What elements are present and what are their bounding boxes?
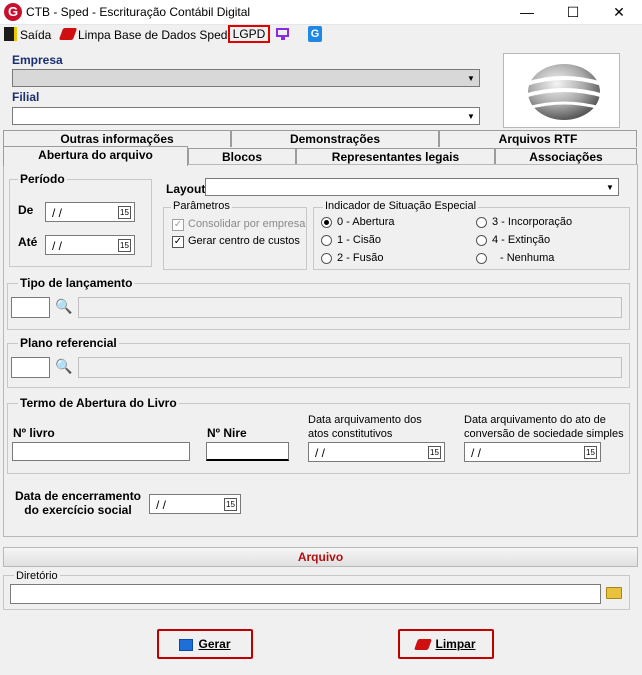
app-shortcut-icon[interactable]: G [308,26,322,42]
termo-abertura-title: Termo de Abertura do Livro [18,396,179,410]
tipo-lancamento-title: Tipo de lançamento [18,276,135,290]
radio-fusao-label: 2 - Fusão [337,252,384,264]
consolidar-checkbox[interactable]: ✓ [172,219,184,231]
calendar-icon[interactable]: 15 [118,206,131,219]
radio-extincao-label: 4 - Extinção [492,234,551,246]
tipo-lancamento-code-input[interactable] [11,297,50,318]
limpar-button[interactable]: Limpar [398,629,494,659]
ate-date-value: / / [52,239,63,253]
close-button[interactable]: ✕ [596,0,642,24]
calendar-icon[interactable]: 15 [224,498,237,511]
radio-cisao-label: 1 - Cisão [337,234,382,246]
tab-demonstracoes[interactable]: Demonstrações [231,130,439,147]
filial-label: Filial [12,90,40,104]
plano-referencial-description [78,357,622,378]
empresa-label: Empresa [12,53,63,67]
diretorio-input[interactable] [10,584,601,604]
periodo-title: Período [18,172,67,186]
data-arq-atos-input[interactable]: / / 15 [308,442,445,462]
gerar-centro-custos-checkbox[interactable]: ✓ [172,236,184,248]
data-arq-conv-label-1: Data arquivamento do ato de [464,414,606,426]
chevron-down-icon[interactable]: ▼ [464,109,478,123]
radio-nenhuma[interactable] [476,253,487,264]
radio-nenhuma-label: - Nenhuma [500,252,555,264]
data-arq-conv-value: / / [471,446,482,460]
tab-abertura-do-arquivo[interactable]: Abertura do arquivo [3,146,188,166]
de-date-value: / / [52,206,63,220]
de-date-input[interactable]: / / 15 [45,202,135,222]
ate-date-input[interactable]: / / 15 [45,235,135,255]
encerramento-label-2: do exercício social [24,503,132,517]
exit-button[interactable]: Saída [20,27,51,43]
filial-select[interactable]: ▼ [12,107,480,125]
arquivo-section-header: Arquivo [3,547,638,567]
gerar-centro-custos-label: Gerar centro de custos [188,235,300,247]
diretorio-label: Diretório [14,570,60,582]
empresa-select[interactable]: ▼ [12,69,480,87]
calendar-icon[interactable]: 15 [118,239,131,252]
clear-database-button[interactable]: Limpa Base de Dados Sped [78,27,227,43]
data-arq-conv-label-2: conversão de sociedade simples [464,428,624,440]
app-logo-icon: G [4,3,22,21]
gerar-button-label: Gerar [198,637,231,651]
ate-label: Até [18,235,38,249]
monitor-icon[interactable] [276,28,289,37]
de-label: De [18,203,34,217]
consolidar-label: Consolidar por empresa [188,218,306,230]
layout-label: Layout [166,182,206,196]
radio-cisao[interactable] [321,235,332,246]
lgpd-button[interactable]: LGPD [228,25,270,43]
parametros-title: Parâmetros [171,200,232,212]
search-icon[interactable]: 🔍 [55,358,72,375]
monitor-stand-icon [281,37,285,40]
exit-door-icon[interactable] [4,27,17,41]
radio-incorporacao-label: 3 - Incorporação [492,216,573,228]
n-livro-label: Nº livro [13,426,55,440]
radio-abertura[interactable] [321,217,332,228]
search-icon[interactable]: 🔍 [55,298,72,315]
window-title: CTB - Sped - Escrituração Contábil Digit… [26,5,251,19]
chevron-down-icon[interactable]: ▼ [603,180,617,194]
n-nire-input[interactable] [206,442,289,461]
chevron-down-icon[interactable]: ▼ [464,71,478,85]
data-arq-atos-value: / / [315,446,326,460]
encerramento-label-1: Data de encerramento [14,489,142,503]
tab-arquivos-rtf[interactable]: Arquivos RTF [439,130,637,147]
company-logo [503,53,620,128]
tab-representantes-legais[interactable]: Representantes legais [296,148,495,165]
indicador-title: Indicador de Situação Especial [323,200,479,212]
data-arq-atos-label-2: atos constitutivos [308,428,393,440]
tab-blocos[interactable]: Blocos [188,148,296,165]
sphere-logo-icon [523,64,605,120]
encerramento-date-value: / / [156,498,167,512]
gerar-button[interactable]: Gerar [157,629,253,659]
calendar-icon[interactable]: 15 [584,446,597,459]
n-livro-input[interactable] [12,442,190,461]
n-nire-label: Nº Nire [207,426,247,440]
data-arq-atos-label-1: Data arquivamento dos [308,414,422,426]
calendar-icon[interactable]: 15 [428,446,441,459]
radio-fusao[interactable] [321,253,332,264]
plano-referencial-title: Plano referencial [18,336,119,350]
encerramento-date-input[interactable]: / / 15 [149,494,241,514]
eraser-icon[interactable] [58,28,78,40]
folder-open-icon[interactable] [606,587,622,599]
plano-referencial-code-input[interactable] [11,357,50,378]
limpar-button-label: Limpar [435,637,476,651]
radio-extincao[interactable] [476,235,487,246]
minimize-button[interactable]: — [504,0,550,24]
table-grid-icon [179,638,194,651]
title-bar: G CTB - Sped - Escrituração Contábil Dig… [0,0,642,25]
tab-outras-informacoes[interactable]: Outras informações [3,130,231,147]
tab-associacoes[interactable]: Associações [495,148,637,165]
tipo-lancamento-description [78,297,622,318]
maximize-button[interactable]: ☐ [550,0,596,24]
layout-select[interactable]: ▼ [205,178,619,196]
radio-incorporacao[interactable] [476,217,487,228]
data-arq-conv-input[interactable]: / / 15 [464,442,601,462]
eraser-icon [414,639,433,651]
radio-abertura-label: 0 - Abertura [337,216,395,228]
